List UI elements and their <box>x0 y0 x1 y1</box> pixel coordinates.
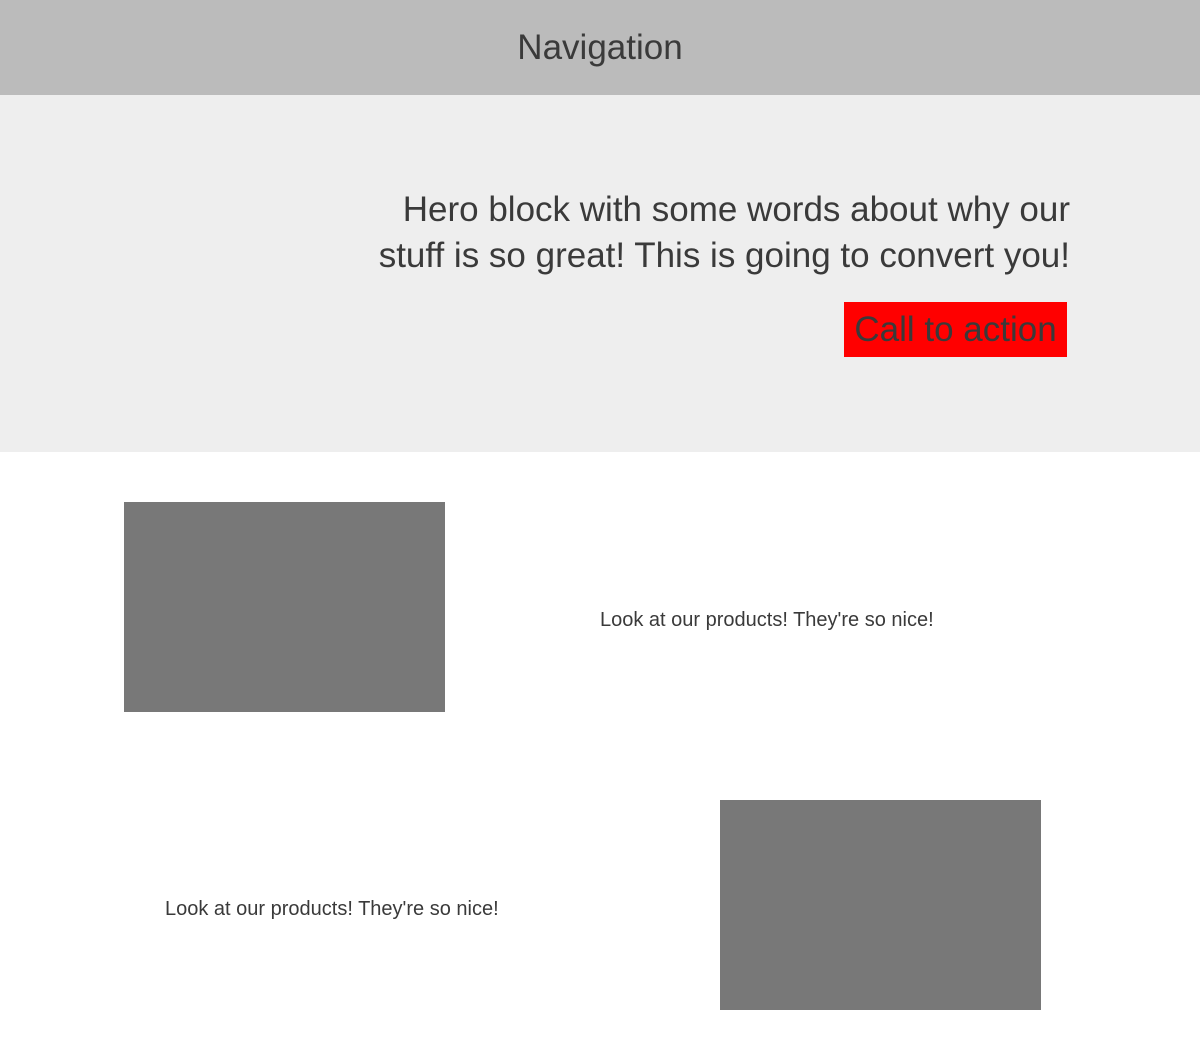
product-image <box>720 800 1041 1010</box>
call-to-action-button[interactable]: Call to action <box>844 302 1067 357</box>
hero-text: Hero block with some words about why our… <box>378 190 1070 275</box>
hero-block: Hero block with some words about why our… <box>0 95 1200 452</box>
product-description: Look at our products! They're so nice! <box>600 609 934 631</box>
navigation-title[interactable]: Navigation <box>517 30 682 65</box>
navigation-bar: Navigation <box>0 0 1200 95</box>
product-description: Look at our products! They're so nice! <box>165 898 499 920</box>
product-image <box>124 502 445 712</box>
